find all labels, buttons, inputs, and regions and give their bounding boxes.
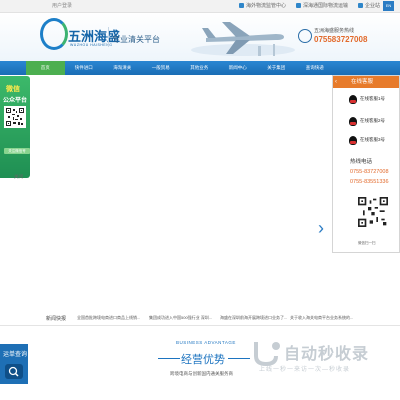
hotline-label: 五洲海盛服务热线 <box>314 28 355 34</box>
collapse-icon[interactable]: ‹ <box>335 78 343 86</box>
top-links: 海外物流监管中心 深海通国际物流运输 企业站 <box>238 2 380 9</box>
nav-item-about[interactable]: 关于集团 <box>257 61 296 75</box>
watermark-name: 自动秒收录 <box>284 346 370 363</box>
heading-line-left <box>158 358 180 359</box>
waybill-query-label: 运单查询 <box>3 352 28 358</box>
banner-pagination-dot[interactable] <box>199 294 203 298</box>
main-nav: 首页 快件进口 海淘清关 一般贸易 其他业务 新闻中心 关于集团 查询快递 <box>0 61 400 75</box>
nav-item-tracking[interactable]: 查询快递 <box>296 61 335 75</box>
news-item[interactable]: 集团成功进入中国500强行业 深圳... <box>149 315 212 321</box>
site-header: 五洲海盛 WUZHOU HAISHENG 专业清关平台 五洲海盛服务热线 075… <box>0 13 400 61</box>
cs-qr-code <box>358 197 388 227</box>
top-bar: 用户登录 海外物流监管中心 深海通国际物流运输 企业站 EN <box>0 0 400 13</box>
ship-icon <box>295 3 301 8</box>
top-link-1[interactable]: 海外物流监管中心 <box>238 2 286 9</box>
language-toggle-button[interactable]: EN <box>383 1 394 11</box>
wechat-qr-code <box>4 106 26 128</box>
cs-agent-label: 在线客服1号 <box>360 96 386 101</box>
cs-agent-label: 在线客服2号 <box>360 118 386 123</box>
nav-item-other-business[interactable]: 其他业务 <box>180 61 219 75</box>
follow-wechat-button[interactable]: 关注微信号 <box>4 148 30 154</box>
cs-phone-2: 0755-83551336 <box>350 179 389 185</box>
building-icon <box>357 3 363 8</box>
wechat-close-link[interactable]: 关闭 <box>14 174 23 180</box>
cs-phone-1: 0755-83727008 <box>350 169 389 175</box>
logo-subtitle: WUZHOU HAISHENG <box>70 43 113 47</box>
watermark-slogan: 上线一秒一来访一次—秒收录 <box>259 367 351 373</box>
advantage-english-title: BUSINESS ADVANTAGE <box>176 340 236 345</box>
nav-item-express-import[interactable]: 快件进口 <box>65 61 104 75</box>
news-item[interactable]: 海盛在深圳前海开展跨境进口业务了... <box>220 315 287 321</box>
qq-icon <box>349 116 357 126</box>
nav-item-haitao-clearance[interactable]: 海淘清关 <box>103 61 142 75</box>
site-slogan: 专业清关平台 <box>112 35 160 44</box>
top-link-2[interactable]: 深海通国际物流运输 <box>295 2 348 9</box>
banner-next-arrow-icon[interactable]: › <box>318 218 328 238</box>
phone-icon <box>298 29 312 43</box>
news-item[interactable]: 全国首批跨境电商进口商品上线销... <box>77 315 140 321</box>
logo-icon[interactable] <box>40 18 68 50</box>
advantage-subtitle: 跨境电商与创新国内通关服务商 <box>170 371 233 376</box>
cs-agent-2[interactable]: 在线客服2号 <box>349 115 399 127</box>
advantage-title: 经营优势 <box>181 354 225 366</box>
monitor-icon <box>238 3 244 8</box>
qq-icon <box>349 94 357 104</box>
news-item[interactable]: 关于收入海关电商平台业务系统的... <box>290 315 353 321</box>
wechat-title-top: 微信 <box>6 86 20 93</box>
wechat-title: 公众平台 <box>3 98 28 104</box>
watermark-logo-icon <box>254 342 280 366</box>
wechat-float-panel: 微信 公众平台 关注微信号 <box>0 76 30 178</box>
news-ticker: 新闻快报 全国首批跨境电商进口商品上线销... 集团成功进入中国500强行业 深… <box>0 311 400 325</box>
waybill-search-button[interactable] <box>5 364 23 379</box>
cs-agent-3[interactable]: 在线客服3号 <box>349 134 399 146</box>
search-icon <box>8 366 19 377</box>
cs-qr-label: 微信扫一扫 <box>358 241 376 245</box>
news-label: 新闻快报 <box>46 316 67 322</box>
top-link-3[interactable]: 企业站 <box>357 2 380 9</box>
airplane-illustration <box>191 22 295 56</box>
waybill-query-float[interactable]: 运单查询 <box>0 344 28 384</box>
nav-item-general-trade[interactable]: 一般贸易 <box>142 61 181 75</box>
section-divider <box>0 325 400 326</box>
cs-hotline-label: 热线电话 <box>350 159 373 165</box>
hotline-number: 075583727008 <box>314 35 368 44</box>
heading-line-right <box>228 358 250 359</box>
nav-item-news[interactable]: 新闻中心 <box>219 61 258 75</box>
nav-item-home[interactable]: 首页 <box>26 61 65 75</box>
qq-icon <box>349 135 357 145</box>
cs-agent-1[interactable]: 在线客服1号 <box>349 93 399 105</box>
logo-divider <box>108 27 109 47</box>
cs-agent-label: 在线客服3号 <box>360 137 386 142</box>
user-login-link[interactable]: 用户登录 <box>52 2 72 9</box>
customer-service-panel: 在线客服 ‹ 在线客服1号 在线客服2号 在线客服3号 热线电话 0755-83… <box>332 75 400 253</box>
